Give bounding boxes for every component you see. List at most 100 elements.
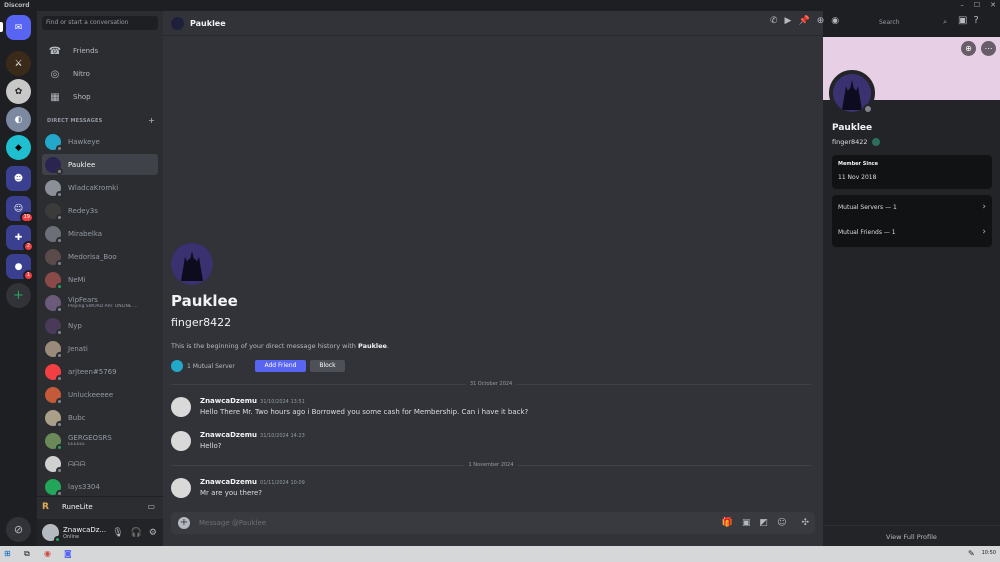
message-input[interactable]: Message @Pauklee: [199, 519, 266, 527]
dm-item[interactable]: lays3304: [42, 476, 158, 497]
add-friend-button[interactable]: Add Friend: [255, 360, 306, 372]
server-icon[interactable]: ◆: [6, 135, 31, 160]
dm-item[interactable]: Mirabelka: [42, 223, 158, 244]
dm-item[interactable]: Pauklee: [42, 154, 158, 175]
message-text: Hello There Mr. Two hours ago i Borrowed…: [200, 408, 529, 416]
mutual-servers-row[interactable]: Mutual Servers — 1 ›: [838, 202, 986, 212]
badge-icon[interactable]: [871, 138, 880, 146]
server-icon[interactable]: ✿: [6, 79, 31, 104]
close-window-button[interactable]: ✕: [990, 1, 996, 9]
message-composer[interactable]: + Message @Pauklee 🎁 ▣ ◩ ☺ ✣: [171, 512, 815, 534]
dm-item[interactable]: arjteen#5769: [42, 361, 158, 382]
dm-item[interactable]: Medorisa_Boo: [42, 246, 158, 267]
nav-friends[interactable]: ☎ Friends: [42, 42, 158, 60]
discord-taskbar-icon[interactable]: ◙: [64, 549, 72, 558]
sticker-icon[interactable]: ◩: [760, 518, 769, 528]
intro-avatar[interactable]: [171, 243, 213, 285]
add-friend-icon[interactable]: ⊕: [961, 41, 976, 56]
minimize-button[interactable]: –: [960, 1, 964, 9]
date-divider-label: 1 November 2024: [464, 462, 518, 468]
microphone-icon[interactable]: 🎙: [112, 528, 123, 538]
mutual-server-link[interactable]: 1 Mutual Server: [171, 360, 235, 372]
maximize-button[interactable]: ☐: [974, 1, 980, 9]
server-folder[interactable]: ● 1: [6, 254, 34, 281]
dm-item[interactable]: ᗣᗣᗣ: [42, 453, 158, 474]
windows-start-icon[interactable]: ⊞: [4, 549, 11, 558]
activity-panel-icon[interactable]: ▭: [147, 502, 155, 511]
dm-item[interactable]: Nyp: [42, 315, 158, 336]
nav-nitro[interactable]: ◎ Nitro: [42, 65, 158, 83]
profile-username[interactable]: finger8422: [832, 138, 868, 146]
video-call-icon[interactable]: ▶: [785, 16, 792, 26]
message-avatar[interactable]: [171, 431, 191, 451]
status-dot-icon: [56, 328, 63, 336]
message-timestamp: 31/10/2024 14:23: [260, 433, 305, 439]
mutual-friends-row[interactable]: Mutual Friends — 1 ›: [838, 227, 986, 237]
user-avatar[interactable]: [42, 524, 61, 543]
member-since-label: Member Since: [838, 161, 878, 167]
dm-item[interactable]: Bubc: [42, 407, 158, 428]
chat-header-name[interactable]: Pauklee: [190, 19, 226, 28]
dm-item[interactable]: WladcaKromki: [42, 177, 158, 198]
add-server-button[interactable]: +: [6, 283, 31, 308]
window-titlebar: Discord – ☐ ✕: [0, 0, 1000, 11]
dm-avatar: [45, 179, 63, 198]
message-author[interactable]: ZnawcaDzemu: [200, 431, 257, 439]
attach-plus-icon[interactable]: +: [178, 517, 190, 529]
dm-item[interactable]: Jenati: [42, 338, 158, 359]
server-glyph-icon: ✿: [14, 86, 23, 97]
server-pill: [0, 22, 3, 32]
dm-item[interactable]: Redey3s: [42, 200, 158, 221]
message-avatar[interactable]: [171, 397, 191, 417]
view-full-profile-button[interactable]: View Full Profile: [823, 525, 1000, 546]
server-folder[interactable]: ☺ 19: [6, 196, 34, 223]
add-friends-dm-icon[interactable]: ⊕: [817, 16, 825, 26]
headphones-icon[interactable]: 🎧: [131, 528, 142, 538]
find-conversation-input[interactable]: Find or start a conversation: [42, 16, 158, 30]
window-title: Discord: [4, 2, 30, 9]
dm-avatar: [45, 225, 63, 244]
server-icon[interactable]: ⚔: [6, 51, 31, 76]
create-dm-icon[interactable]: +: [148, 116, 155, 125]
user-profile-icon[interactable]: ◉: [831, 16, 839, 26]
dm-item[interactable]: GERGEOSRS EEEEEE: [42, 430, 158, 451]
status-dot-icon: [56, 443, 63, 451]
dm-item[interactable]: NeMi: [42, 269, 158, 290]
message-author[interactable]: ZnawcaDzemu: [200, 397, 257, 405]
message-author[interactable]: ZnawcaDzemu: [200, 478, 257, 486]
block-button[interactable]: Block: [310, 360, 345, 372]
voice-call-icon[interactable]: ✆: [770, 16, 778, 26]
browser-icon[interactable]: ◉: [44, 549, 51, 558]
more-options-icon[interactable]: ⋯: [981, 41, 996, 56]
status-dot-icon: [56, 213, 63, 221]
dm-item[interactable]: VipFears Playing SWORD ART ONLINE ...: [42, 292, 158, 313]
dm-name: Hawkeye: [68, 137, 100, 146]
server-folder[interactable]: ✚ 2: [6, 225, 34, 252]
search-input[interactable]: Search ⌕: [875, 16, 951, 30]
gear-icon[interactable]: ⚙: [149, 528, 157, 538]
task-view-icon[interactable]: ⧉: [24, 549, 30, 559]
mutual-server-label: 1 Mutual Server: [187, 362, 235, 370]
mutuals-card: Mutual Servers — 1 › Mutual Friends — 1 …: [832, 195, 992, 247]
search-icon: ⌕: [943, 18, 947, 26]
server-folder[interactable]: ☻: [6, 166, 31, 191]
nav-shop[interactable]: ▦ Shop: [42, 88, 158, 106]
inbox-icon[interactable]: ▣: [958, 15, 967, 26]
pin-icon[interactable]: 📌: [798, 16, 809, 26]
dm-item[interactable]: Hawkeye: [42, 131, 158, 152]
mutual-friends-label: Mutual Friends — 1: [838, 229, 896, 236]
tray-icon[interactable]: ✎: [968, 549, 975, 558]
apps-icon[interactable]: ✣: [801, 518, 809, 528]
gift-icon[interactable]: 🎁: [722, 518, 733, 528]
emoji-icon[interactable]: ☺: [777, 518, 786, 528]
home-button[interactable]: ✉: [6, 15, 31, 40]
dm-item[interactable]: Unluckeeeee: [42, 384, 158, 405]
server-icon[interactable]: ◐: [6, 107, 31, 132]
explore-button[interactable]: ⊘: [6, 517, 31, 542]
runelite-activity[interactable]: R RuneLite ▭: [37, 496, 163, 516]
profile-panel: ⊕ ⋯ Pauklee finger8422 Member Since 11 N…: [823, 37, 1000, 546]
help-icon[interactable]: ?: [973, 15, 978, 26]
message-avatar[interactable]: [171, 478, 191, 498]
server-glyph-icon: ◆: [15, 142, 22, 153]
gif-icon[interactable]: ▣: [742, 518, 751, 528]
